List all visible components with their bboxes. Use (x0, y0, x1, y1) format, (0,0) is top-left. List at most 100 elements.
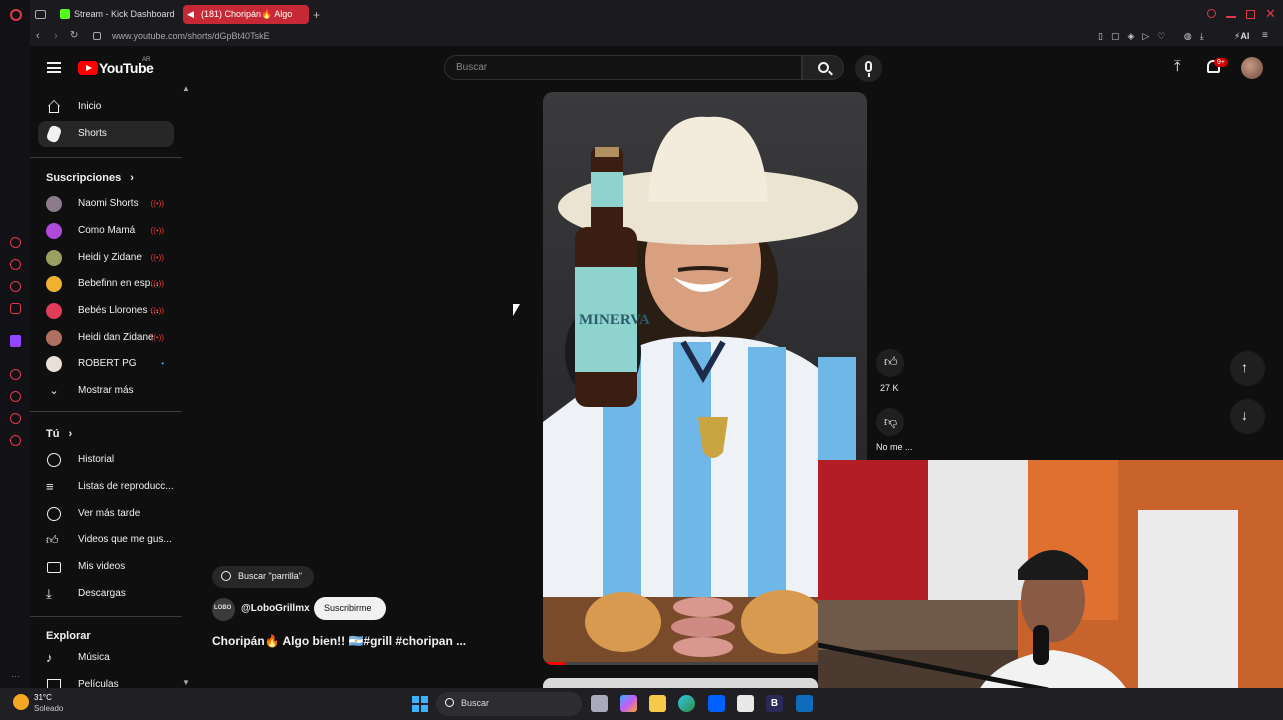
lock-icon (93, 32, 101, 40)
mouse-cursor-icon (513, 304, 520, 316)
weather-temperature[interactable]: 31°C (34, 693, 52, 702)
sidebar-scroll-up-icon[interactable]: ▲ (182, 84, 190, 93)
maximize-icon[interactable] (1246, 10, 1255, 19)
sidebar-item-downloads[interactable]: ⤓ Descargas (38, 581, 174, 607)
subscriptions-title: Suscripciones (46, 172, 122, 184)
short-title[interactable]: Choripán🔥 Algo bien!! 🇦🇷#grill #choripan… (212, 634, 466, 648)
shorts-icon (45, 124, 63, 144)
sidebar-item-label: Ver más tarde (78, 508, 141, 519)
more-dots-icon[interactable]: ··· (11, 671, 20, 681)
file-explorer-icon[interactable] (649, 695, 666, 712)
show-more-label: Mostrar más (78, 385, 134, 396)
notifications-badge: 9+ (1214, 58, 1228, 67)
sidebar-item-music[interactable]: ♪ Música (38, 645, 174, 671)
next-short-button[interactable]: ↓ (1230, 399, 1265, 434)
thumbs-up-icon: 👍︎ (884, 354, 898, 369)
show-more-button[interactable]: ⌄ Mostrar más (38, 378, 174, 404)
live-indicator-icon: ((•)) (150, 226, 164, 235)
channel-name: Bebés Llorones ... (78, 305, 159, 316)
player-icon[interactable] (10, 369, 21, 380)
app-b-icon[interactable]: B (766, 695, 783, 712)
video-progress-fill (543, 662, 566, 665)
sidebar-item-inicio[interactable]: Inicio (38, 94, 174, 120)
search-suggestion-chip[interactable]: Buscar "parrilla" (212, 566, 314, 588)
twitch-icon[interactable] (10, 335, 21, 347)
minimize-icon[interactable] (1226, 16, 1236, 18)
task-view-icon[interactable] (591, 695, 608, 712)
live-indicator-icon: ((•)) (150, 253, 164, 262)
sidebar-item-historial[interactable]: Historial (38, 447, 174, 473)
next-short-preview[interactable] (543, 678, 818, 688)
search-tabs-icon[interactable] (1207, 9, 1216, 18)
close-icon[interactable]: ✕ (1265, 6, 1276, 22)
sidebar-item-label: Inicio (78, 101, 102, 112)
channel-name: ROBERT PG (78, 358, 137, 369)
upload-icon[interactable]: ⤒ (1174, 58, 1181, 75)
sidebar-item-playlists[interactable]: ≡ Listas de reproducc... (38, 474, 174, 500)
messenger-icon[interactable] (10, 281, 21, 292)
crypto-wallet-icon[interactable] (10, 259, 21, 270)
search-icon (221, 571, 231, 581)
menu-icon[interactable]: ≡ (1262, 30, 1268, 41)
tab-youtube-active[interactable]: ◀ (181) Choripán🔥 Algo (183, 5, 309, 24)
search-button[interactable] (802, 55, 844, 80)
like-button[interactable]: 👍︎ (876, 349, 904, 377)
subscribe-button[interactable]: Suscribirme (314, 597, 386, 620)
playlist-icon: ≡ (46, 479, 54, 494)
voice-search-button[interactable] (855, 55, 882, 82)
tab-label: Stream - Kick Dashboard (74, 9, 175, 19)
windows-start-icon[interactable] (412, 696, 428, 712)
aria-icon[interactable] (10, 237, 21, 248)
sidebar-item-movies[interactable]: Películas (38, 672, 174, 688)
home-icon (46, 99, 62, 115)
channel-avatar[interactable]: LOBO (212, 598, 235, 621)
sidebar-scroll-down-icon[interactable]: ▼ (182, 678, 190, 687)
hamburger-menu-icon[interactable] (47, 62, 61, 73)
forward-icon[interactable]: › (54, 30, 58, 42)
opera-logo-icon[interactable] (10, 9, 22, 21)
subscription-item[interactable]: ROBERT PG • (38, 351, 174, 377)
previous-short-button[interactable]: ↑ (1230, 351, 1265, 386)
history-icon[interactable] (10, 391, 21, 402)
account-avatar[interactable] (1241, 57, 1263, 79)
instagram-icon[interactable] (10, 303, 21, 314)
live-indicator-icon: ((•)) (150, 199, 164, 208)
ai-button[interactable]: ⚡AI (1234, 31, 1249, 42)
sidebar-item-label: Listas de reproducc... (78, 481, 174, 492)
dropbox-icon[interactable] (708, 695, 725, 712)
search-input[interactable]: Buscar (444, 55, 802, 80)
sidebar-item-liked-videos[interactable]: 👍︎ Videos que me gus... (38, 527, 174, 553)
sidebar-item-shorts[interactable]: Shorts (38, 121, 174, 147)
like-count: 27 K (880, 383, 899, 393)
subscriptions-heading[interactable]: Suscripciones › (46, 172, 134, 184)
subscription-item[interactable]: Heidi dan Zidane ((•)) (38, 325, 174, 351)
you-heading[interactable]: Tú › (46, 428, 72, 440)
back-icon[interactable]: ‹ (36, 30, 40, 42)
outlook-icon[interactable] (796, 695, 813, 712)
reload-icon[interactable]: ↻ (70, 30, 78, 41)
workspaces-icon[interactable] (35, 10, 46, 19)
edge-icon[interactable] (678, 695, 695, 712)
settings-icon[interactable] (10, 435, 21, 446)
weather-icon (13, 694, 29, 710)
pinboard-icon[interactable] (10, 413, 21, 424)
subscription-item[interactable]: Como Mamá ((•)) (38, 218, 174, 244)
sidebar-divider (30, 411, 182, 412)
you-title: Tú (46, 428, 60, 440)
url-field[interactable]: www.youtube.com/shorts/dGpBt40TskE (112, 31, 270, 41)
youtube-sidebar: ▲ Inicio Shorts Suscripciones › Naomi Sh… (30, 84, 190, 688)
tab-label: (181) Choripán🔥 Algo (201, 9, 293, 19)
sidebar-item-my-videos[interactable]: Mis videos (38, 554, 174, 580)
subscription-item[interactable]: Bebefinn en esp... ((•)) (38, 271, 174, 297)
subscription-item[interactable]: Heidi y Zidane ((•)) (38, 245, 174, 271)
new-tab-button[interactable]: + (313, 8, 320, 22)
subscription-item[interactable]: Bebés Llorones ... ((•)) (38, 298, 174, 324)
subscription-item[interactable]: Naomi Shorts ((•)) (38, 191, 174, 217)
taskbar-search[interactable]: Buscar (436, 692, 582, 716)
dislike-button[interactable]: 👎︎ (876, 408, 904, 436)
store-icon[interactable] (737, 695, 754, 712)
tab-kick-dashboard[interactable]: Stream - Kick Dashboard (56, 5, 180, 24)
copilot-icon[interactable] (620, 695, 637, 712)
channel-handle[interactable]: @LoboGrillmx (241, 603, 310, 614)
sidebar-item-watch-later[interactable]: Ver más tarde (38, 501, 174, 527)
